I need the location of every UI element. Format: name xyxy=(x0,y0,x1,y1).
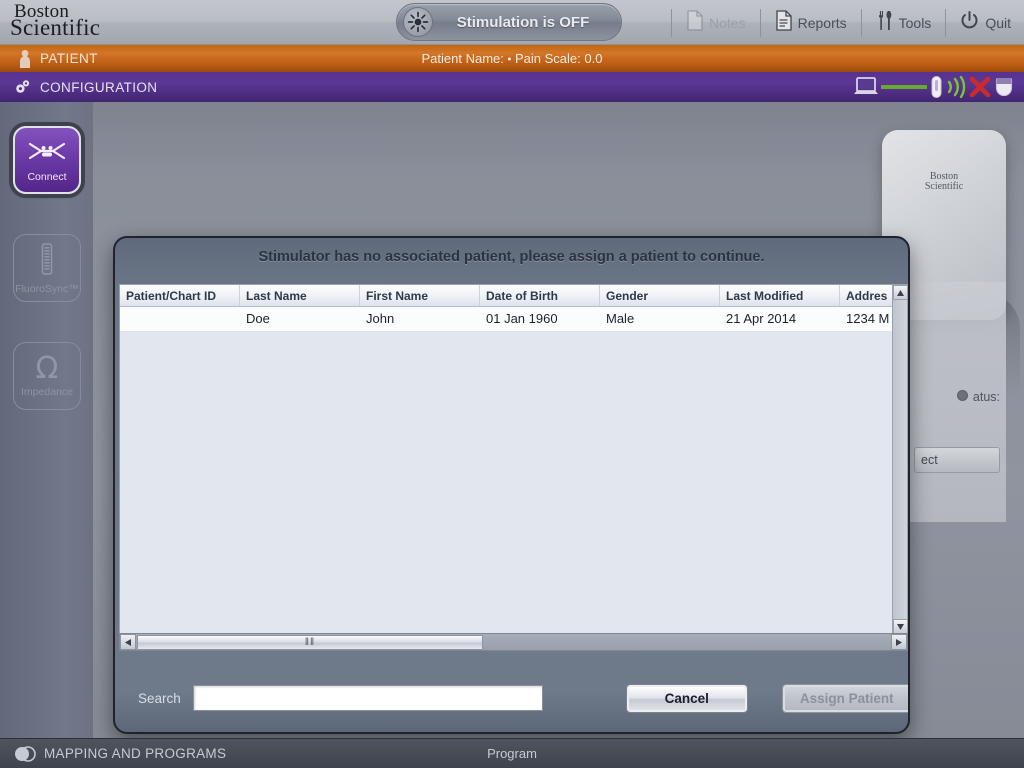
cable-icon xyxy=(881,82,927,92)
toolbar-divider xyxy=(860,8,862,37)
background-status-label: atus: xyxy=(972,390,1000,404)
boston-scientific-logo: Boston Scientific xyxy=(10,2,101,40)
stimulation-status-label: Stimulation is OFF xyxy=(456,13,590,31)
toolbar-divider xyxy=(945,8,947,37)
scroll-right-arrow-icon[interactable] xyxy=(891,634,907,650)
wand-icon xyxy=(929,75,944,99)
sidebar-item-impedance-label: Impedance xyxy=(21,386,73,398)
reports-button[interactable]: Reports xyxy=(768,5,854,41)
table-empty-area xyxy=(120,332,907,632)
sidebar-item-fluorosync-label: FluoroSync™ xyxy=(15,282,79,295)
cell-address: 1234 Μ xyxy=(846,311,890,326)
cell-first-name: John xyxy=(366,311,395,326)
dialog-footer: Search Cancel Assign Patient xyxy=(115,664,908,732)
column-header-last-modified[interactable]: Last Modified xyxy=(720,285,840,306)
device-logo: Boston Scientific xyxy=(925,172,963,192)
notes-label: Notes xyxy=(709,14,746,31)
scroll-left-arrow-icon[interactable] xyxy=(120,634,136,650)
vertical-scroll-track[interactable] xyxy=(893,300,907,619)
notes-button[interactable]: Notes xyxy=(679,5,753,41)
dialog-title: Stimulator has no associated patient, pl… xyxy=(258,249,765,265)
quit-label: Quit xyxy=(985,14,1011,31)
device-logo-line-2: Scientific xyxy=(924,181,964,192)
column-header-gender[interactable]: Gender xyxy=(600,285,720,306)
main-body: Connect FluoroSync™ Ω Impedance Boston S… xyxy=(0,102,1024,738)
gears-icon xyxy=(14,78,32,96)
logo-line-2: Scientific xyxy=(10,15,101,40)
application-window: Boston Scientific Stimulation is OFF Not… xyxy=(0,0,1024,768)
column-header-chart-id[interactable]: Patient/Chart ID xyxy=(120,285,240,306)
table-horizontal-scrollbar[interactable]: ‖‖ xyxy=(119,633,908,651)
cell-last-modified: 21 Apr 2014 xyxy=(726,311,797,326)
table-row[interactable]: Doe John 01 Jan 1960 Male 21 Apr 2014 12… xyxy=(120,307,907,332)
column-header-date-of-birth[interactable]: Date of Birth xyxy=(480,285,600,306)
patient-bar[interactable]: PATIENT Patient Name: • Pain Scale: 0.0 xyxy=(0,45,1024,72)
status-bar[interactable]: MAPPING AND PROGRAMS Program xyxy=(0,738,1024,768)
configuration-bar[interactable]: CONFIGURATION xyxy=(0,72,1024,102)
cell-date-of-birth: 01 Jan 1960 xyxy=(486,311,558,326)
patient-table[interactable]: Patient/Chart ID Last Name First Name Da… xyxy=(119,284,908,633)
patient-name-label: Patient Name: xyxy=(421,51,504,66)
scroll-thumb-grip: ‖‖ xyxy=(304,636,316,648)
top-toolbar: Boston Scientific Stimulation is OFF Not… xyxy=(0,0,1024,45)
quit-button[interactable]: Quit xyxy=(953,5,1018,41)
telemetry-link-status xyxy=(853,72,1014,102)
table-vertical-scrollbar[interactable] xyxy=(892,285,907,633)
toolbar-divider xyxy=(759,8,761,37)
top-toolbar-buttons: Notes Reports Tools Quit xyxy=(664,0,1018,45)
search-label: Search xyxy=(138,690,181,706)
fluorosync-icon xyxy=(37,242,57,281)
red-x-icon xyxy=(968,75,992,99)
tools-button[interactable]: Tools xyxy=(869,5,939,41)
sidebar-item-fluorosync[interactable]: FluoroSync™ xyxy=(13,234,81,302)
cell-chart-id xyxy=(120,307,240,331)
stimulation-status-button[interactable]: Stimulation is OFF xyxy=(396,3,622,41)
sidebar-item-impedance[interactable]: Ω Impedance xyxy=(13,342,81,410)
tools-label: Tools xyxy=(898,14,932,31)
pain-scale-label: Pain Scale: xyxy=(515,51,581,66)
search-input[interactable] xyxy=(192,685,543,711)
status-bar-center-label: Program xyxy=(487,746,537,761)
horizontal-scroll-track[interactable] xyxy=(483,633,891,651)
configuration-bar-title: CONFIGURATION xyxy=(40,79,158,95)
column-header-first-name[interactable]: First Name xyxy=(360,285,480,306)
telemetry-waves-icon xyxy=(946,76,966,98)
reports-icon xyxy=(775,9,792,36)
assign-patient-dialog: Stimulator has no associated patient, pl… xyxy=(113,236,910,734)
cell-gender: Male xyxy=(606,311,635,326)
left-sidebar: Connect FluoroSync™ Ω Impedance xyxy=(0,102,93,738)
scroll-up-arrow-icon[interactable] xyxy=(893,285,907,300)
patient-bar-info: Patient Name: • Pain Scale: 0.0 xyxy=(0,51,1024,66)
patient-info-separator: • xyxy=(507,53,512,66)
sidebar-item-connect-label: Connect xyxy=(27,170,67,183)
stimulator-device-icon xyxy=(994,76,1014,98)
cell-last-name: Doe xyxy=(246,311,270,326)
column-header-address[interactable]: Addres xyxy=(840,285,898,306)
laptop-icon xyxy=(853,76,879,98)
reports-label: Reports xyxy=(797,14,847,31)
background-status-indicator xyxy=(957,390,968,401)
tools-icon xyxy=(876,10,893,36)
horizontal-scroll-thumb[interactable]: ‖‖ xyxy=(137,634,483,650)
pain-scale-value: 0.0 xyxy=(584,51,603,66)
background-connect-button[interactable]: ect xyxy=(914,447,1000,473)
omega-icon: Ω xyxy=(35,351,59,386)
notes-icon xyxy=(686,9,703,36)
column-header-last-name[interactable]: Last Name xyxy=(240,285,360,306)
table-header-row: Patient/Chart ID Last Name First Name Da… xyxy=(120,285,907,307)
connect-icon xyxy=(27,138,67,169)
assign-patient-button[interactable]: Assign Patient xyxy=(781,683,908,713)
toolbar-divider xyxy=(671,8,673,37)
sun-burst-icon xyxy=(403,7,433,37)
power-icon xyxy=(960,10,979,35)
cancel-button[interactable]: Cancel xyxy=(625,683,748,713)
scroll-down-arrow-icon[interactable] xyxy=(893,619,907,633)
sidebar-item-connect[interactable]: Connect xyxy=(13,126,81,194)
